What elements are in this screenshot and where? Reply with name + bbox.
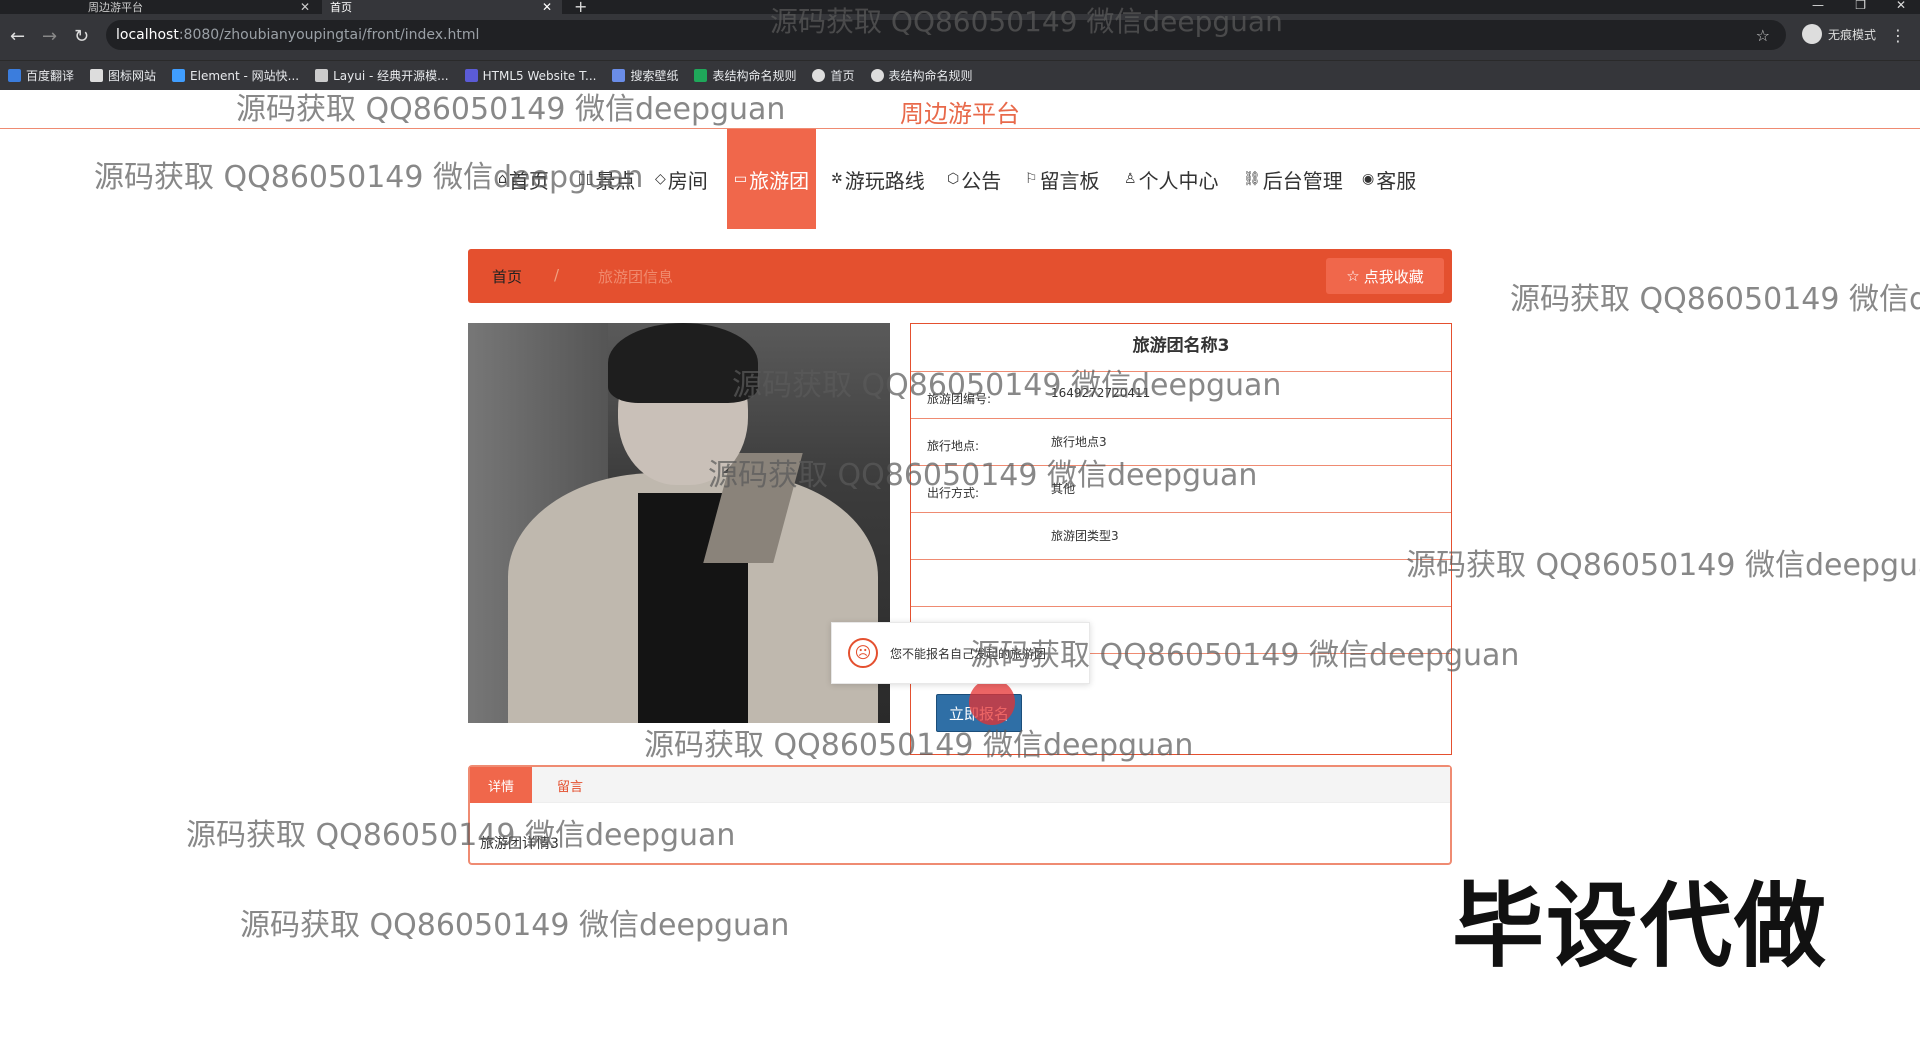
nav-label: 房间	[667, 168, 708, 193]
flag-icon	[90, 69, 104, 82]
star-icon: ☆	[1346, 267, 1360, 285]
promo-overlay: 毕设代做	[1452, 873, 1829, 980]
nav-label: 个人中心	[1138, 168, 1219, 193]
incognito-label: 无痕模式	[1827, 27, 1876, 42]
favorite-label: 点我收藏	[1363, 267, 1424, 286]
incognito-indicator[interactable]: 无痕模式	[1801, 24, 1876, 44]
tab-details[interactable]: 详情	[470, 767, 532, 803]
incognito-icon	[1801, 24, 1822, 44]
route-icon: ✲	[831, 171, 843, 187]
bookmark-item[interactable]: 首页	[812, 67, 855, 84]
browser-tab-platform[interactable]: 周边游平台 ✕	[80, 0, 320, 14]
window-close-icon[interactable]: ✕	[1896, 0, 1906, 12]
translate-icon	[8, 69, 21, 82]
bookmark-label: 首页	[830, 69, 855, 83]
tab-title: 首页	[330, 1, 352, 14]
browser-menu-icon[interactable]: ⋮	[1890, 26, 1906, 45]
tabs-header: 详情 留言	[470, 767, 1450, 803]
breadcrumb: 首页 / 旅游团信息 ☆ 点我收藏	[468, 249, 1452, 303]
reload-icon[interactable]: ↻	[74, 26, 89, 47]
bookmark-item[interactable]: 表结构命名规则	[694, 67, 796, 84]
detail-value: 旅行地点3	[1051, 435, 1107, 449]
bookmark-label: 百度翻译	[26, 69, 75, 83]
favorite-button[interactable]: ☆ 点我收藏	[1326, 258, 1444, 294]
watermark-text: 源码获取 QQ86050149 微信deepguan	[708, 458, 1258, 493]
calendar-icon: ▭	[733, 171, 748, 187]
detail-row	[911, 560, 1451, 607]
watermark-text: 源码获取 QQ86050149 微信deepguan	[770, 5, 1283, 38]
breadcrumb-current: 旅游团信息	[598, 268, 674, 286]
bookmark-item[interactable]: Element - 网站快...	[172, 67, 299, 84]
url-host: localhost	[116, 27, 179, 43]
nav-label: 留言板	[1039, 168, 1100, 193]
detail-row: 旅游团类型3	[911, 513, 1451, 560]
nav-label: 旅游团	[749, 168, 810, 193]
watermark-text: 源码获取 QQ86050149 微信deepguan	[970, 638, 1520, 673]
watermark-text: 源码获取 QQ86050149 微信deepguan	[1510, 282, 1920, 317]
breadcrumb-separator: /	[554, 266, 560, 284]
nav-label: 游玩路线	[844, 168, 925, 193]
user-icon: ♙	[1124, 171, 1137, 187]
detail-value: 旅游团类型3	[1051, 529, 1119, 543]
tab-title: 周边游平台	[88, 1, 143, 14]
service-icon: ◉	[1362, 171, 1375, 187]
watermark-text: 源码获取 QQ86050149 微信deepguan	[236, 92, 786, 127]
watermark-text: 源码获取 QQ86050149 微信deepguan	[644, 728, 1194, 763]
layui-icon	[315, 69, 329, 82]
watermark-text: 源码获取 QQ86050149 微信deepguan	[732, 368, 1282, 403]
wallpaper-icon	[612, 69, 626, 82]
bookmark-item[interactable]: Layui - 经典开源模...	[315, 67, 449, 84]
close-tab-icon[interactable]: ✕	[300, 0, 310, 14]
close-tab-icon[interactable]: ✕	[542, 0, 552, 14]
watermark-text: 源码获取 QQ86050149 微信deepguan	[240, 908, 790, 943]
nav-item-personal-center[interactable]: ♙ 个人中心	[1124, 129, 1219, 229]
url-path: :8080/zhoubianyoupingtai/front/index.htm…	[178, 27, 480, 43]
nav-label: 客服	[1376, 168, 1417, 193]
globe-icon	[870, 69, 884, 82]
watermark-text: 源码获取 QQ86050149 微信deepguan	[1406, 548, 1920, 583]
html5-icon	[464, 69, 478, 82]
breadcrumb-home[interactable]: 首页	[492, 266, 522, 287]
forward-icon[interactable]: →	[42, 26, 57, 47]
nav-item-message-board[interactable]: ⚐ 留言板	[1025, 129, 1100, 229]
bookmark-label: HTML5 Website T...	[482, 68, 597, 83]
bookmark-item[interactable]: HTML5 Website T...	[464, 68, 597, 83]
table-icon	[694, 69, 708, 82]
bookmark-label: Element - 网站快...	[190, 69, 300, 83]
bookmark-item[interactable]: 图标网站	[90, 67, 156, 84]
notice-icon: ⬡	[947, 171, 960, 187]
minimize-icon[interactable]: —	[1812, 0, 1824, 12]
watermark-text: 源码获取 QQ86050149 微信deepguan	[186, 818, 736, 853]
nav-item-customer-service[interactable]: ◉ 客服	[1362, 129, 1416, 229]
tab-comments[interactable]: 留言	[540, 767, 600, 803]
nav-item-routes[interactable]: ✲ 游玩路线	[831, 129, 925, 229]
sad-face-icon: ☹	[848, 638, 878, 668]
bookmark-label: 图标网站	[108, 69, 157, 83]
element-icon	[172, 69, 186, 82]
browser-tab-home[interactable]: 首页 ✕	[322, 0, 562, 14]
nav-item-admin[interactable]: ⛓ 后台管理	[1243, 129, 1343, 229]
nav-label: 后台管理	[1262, 168, 1343, 193]
bookmark-item[interactable]: 搜索壁纸	[612, 67, 678, 84]
watermark-text: 源码获取 QQ86050149 微信deepguan	[94, 160, 644, 195]
nav-item-notices[interactable]: ⬡ 公告	[947, 129, 1001, 229]
bookmark-label: 表结构命名规则	[888, 69, 973, 83]
link-icon: ⛓	[1243, 171, 1261, 187]
bookmark-item[interactable]: 表结构命名规则	[870, 67, 973, 84]
nav-item-tour-group[interactable]: ▭ 旅游团	[727, 129, 816, 229]
tag-icon: ◇	[655, 171, 666, 187]
bookmark-label: 搜索壁纸	[630, 69, 679, 83]
click-indicator	[969, 679, 1015, 725]
globe-icon	[812, 69, 826, 82]
bookmark-star-icon[interactable]: ☆	[1756, 26, 1770, 45]
maximize-icon[interactable]: ❐	[1855, 0, 1866, 12]
back-icon[interactable]: ←	[10, 26, 25, 47]
bookmark-label: 表结构命名规则	[712, 69, 797, 83]
nav-item-rooms[interactable]: ◇ 房间	[655, 129, 708, 229]
nav-label: 公告	[961, 168, 1002, 193]
bookmark-label: Layui - 经典开源模...	[333, 69, 449, 83]
bookmark-item[interactable]: 百度翻译	[8, 67, 74, 84]
flag-icon: ⚐	[1025, 171, 1038, 187]
